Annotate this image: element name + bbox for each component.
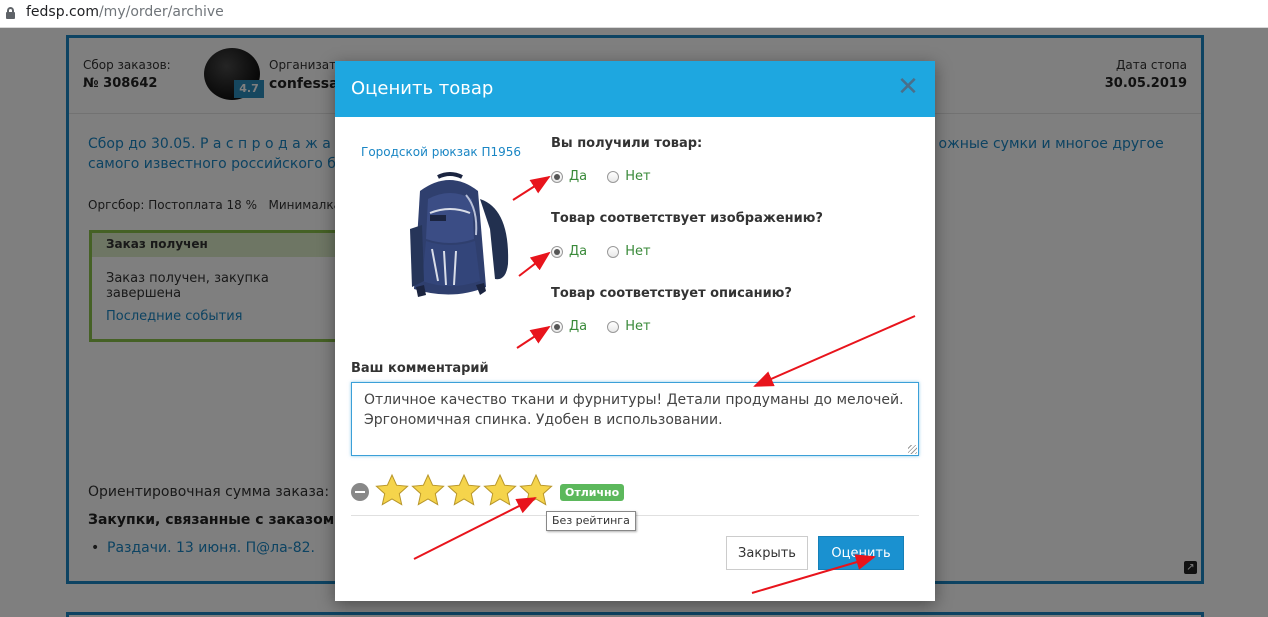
close-icon[interactable]: ✕ xyxy=(897,74,919,100)
address-bar[interactable]: fedsp.com/my/order/archive xyxy=(0,0,1268,28)
question-matches-image: Товар соответствует изображению? xyxy=(551,211,823,226)
radio-button[interactable] xyxy=(607,245,620,258)
rate-button[interactable]: Оценить xyxy=(818,536,904,570)
radio-received-yes[interactable]: Да xyxy=(551,169,587,184)
radio-description-no[interactable]: Нет xyxy=(607,319,651,334)
comment-textarea[interactable]: Отличное качество ткани и фурнитуры! Дет… xyxy=(351,382,919,456)
star-icon[interactable] xyxy=(447,473,481,507)
product-name-link[interactable]: Городской рюкзак П1956 xyxy=(361,145,521,159)
radio-button[interactable] xyxy=(607,170,620,183)
star-icon[interactable] xyxy=(483,473,517,507)
star-icon[interactable] xyxy=(375,473,409,507)
radio-label-no: Нет xyxy=(625,169,651,184)
rating-badge: Отлично xyxy=(560,484,625,501)
question-matches-description: Товар соответствует описанию? xyxy=(551,286,792,301)
radio-group-received: Да Нет xyxy=(551,169,667,184)
modal-header: Оценить товар ✕ xyxy=(335,61,935,117)
radio-image-no[interactable]: Нет xyxy=(607,244,651,259)
radio-label-yes: Да xyxy=(569,319,588,334)
url-domain: fedsp.com xyxy=(26,4,99,20)
radio-description-yes[interactable]: Да xyxy=(551,319,587,334)
radio-button-checked[interactable] xyxy=(551,320,563,333)
comment-label: Ваш комментарий xyxy=(351,361,489,376)
question-received: Вы получили товар: xyxy=(551,136,703,151)
radio-label-no: Нет xyxy=(625,244,651,259)
clear-rating-icon[interactable] xyxy=(351,483,369,501)
radio-label-yes: Да xyxy=(569,169,588,184)
url-path: /my/order/archive xyxy=(98,4,224,20)
radio-group-description: Да Нет xyxy=(551,319,667,334)
radio-button[interactable] xyxy=(607,320,620,333)
radio-button-checked[interactable] xyxy=(551,170,563,183)
star-icon[interactable] xyxy=(519,473,553,507)
radio-label-no: Нет xyxy=(625,319,651,334)
radio-group-image: Да Нет xyxy=(551,244,667,259)
rating-tooltip: Без рейтинга xyxy=(546,511,636,531)
url-text[interactable]: fedsp.com/my/order/archive xyxy=(26,4,224,20)
resize-grip-icon[interactable] xyxy=(908,445,917,454)
backpack-image xyxy=(410,172,509,297)
star-icon[interactable] xyxy=(411,473,445,507)
lock-icon xyxy=(6,7,15,19)
radio-button-checked[interactable] xyxy=(551,245,563,258)
close-button[interactable]: Закрыть xyxy=(726,536,808,570)
radio-received-no[interactable]: Нет xyxy=(607,169,651,184)
radio-image-yes[interactable]: Да xyxy=(551,244,587,259)
radio-label-yes: Да xyxy=(569,244,588,259)
modal-title: Оценить товар xyxy=(351,78,494,99)
rate-product-modal: Оценить товар ✕ Городской рюкзак П1956 В… xyxy=(335,61,935,601)
